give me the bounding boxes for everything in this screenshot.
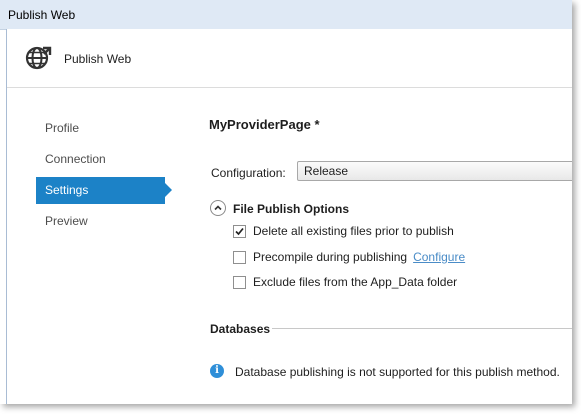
- globe-publish-icon: [25, 46, 52, 70]
- nav-item-preview[interactable]: Preview: [36, 208, 171, 235]
- precompile-checkbox[interactable]: [233, 251, 246, 264]
- info-icon: i: [210, 364, 224, 378]
- chevron-up-icon: [214, 205, 222, 211]
- file-publish-collapse-toggle[interactable]: [210, 200, 226, 216]
- delete-existing-label: Delete all existing files prior to publi…: [253, 224, 454, 238]
- nav-item-connection[interactable]: Connection: [36, 146, 171, 173]
- dialog-body: Publish Web Profile Connection Settings …: [6, 29, 572, 404]
- wizard-nav: Profile Connection Settings Preview: [36, 115, 172, 239]
- nav-item-label: Profile: [45, 121, 80, 135]
- precompile-label-group: Precompile during publishing Configure: [253, 250, 465, 264]
- publish-web-window: Publish Web Publish Web Profile Connecti…: [0, 0, 572, 404]
- exclude-app-data-label: Exclude files from the App_Data folder: [253, 275, 458, 289]
- configure-link[interactable]: Configure: [413, 250, 465, 264]
- delete-existing-checkbox[interactable]: [233, 225, 246, 238]
- exclude-app-data-checkbox[interactable]: [233, 276, 246, 289]
- databases-heading: Databases: [210, 322, 271, 336]
- window-title: Publish Web: [8, 8, 76, 22]
- checkmark-icon: [235, 227, 244, 236]
- databases-divider: [272, 328, 572, 329]
- nav-item-label: Connection: [45, 152, 106, 166]
- header-title: Publish Web: [64, 52, 132, 66]
- nav-item-profile[interactable]: Profile: [36, 115, 171, 142]
- nav-item-settings[interactable]: Settings: [36, 177, 172, 204]
- configuration-select[interactable]: Release: [297, 161, 572, 181]
- dialog-header: Publish Web: [7, 29, 572, 88]
- configuration-value: Release: [304, 164, 349, 178]
- title-bar[interactable]: Publish Web: [0, 0, 572, 30]
- configuration-label: Configuration:: [211, 166, 286, 180]
- page-title: MyProviderPage *: [209, 117, 320, 132]
- nav-item-label: Preview: [45, 214, 88, 228]
- database-info-text: Database publishing is not supported for…: [235, 365, 560, 379]
- file-publish-options-heading: File Publish Options: [233, 202, 350, 216]
- precompile-label: Precompile during publishing: [253, 250, 408, 264]
- nav-item-label: Settings: [45, 183, 89, 197]
